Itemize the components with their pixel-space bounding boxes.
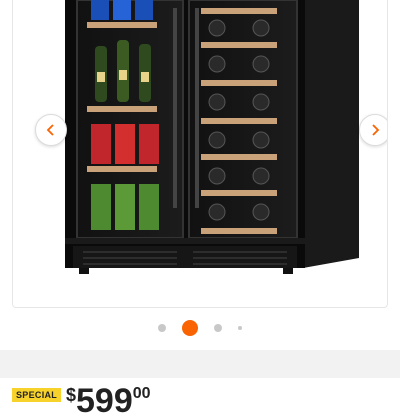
- chevron-left-icon: [46, 124, 54, 136]
- wine-cooler-product-image: [65, 0, 359, 274]
- price-dollars: 599: [76, 382, 133, 420]
- pagination-dot[interactable]: [238, 326, 242, 330]
- pagination-dot[interactable]: [158, 324, 166, 332]
- price-currency: $: [66, 385, 77, 405]
- pagination-dot-active[interactable]: [182, 320, 198, 336]
- carousel-prev-button[interactable]: [35, 114, 67, 146]
- section-divider: [0, 350, 400, 378]
- carousel-pagination: [0, 320, 400, 336]
- price-block: SPECIAL $59900: [12, 378, 400, 418]
- chevron-right-icon: [372, 124, 380, 136]
- product-image-card: [12, 0, 388, 308]
- price-cents: 00: [132, 385, 151, 402]
- price: $59900: [66, 384, 151, 418]
- pagination-dot[interactable]: [214, 324, 222, 332]
- carousel-next-button[interactable]: [359, 114, 387, 146]
